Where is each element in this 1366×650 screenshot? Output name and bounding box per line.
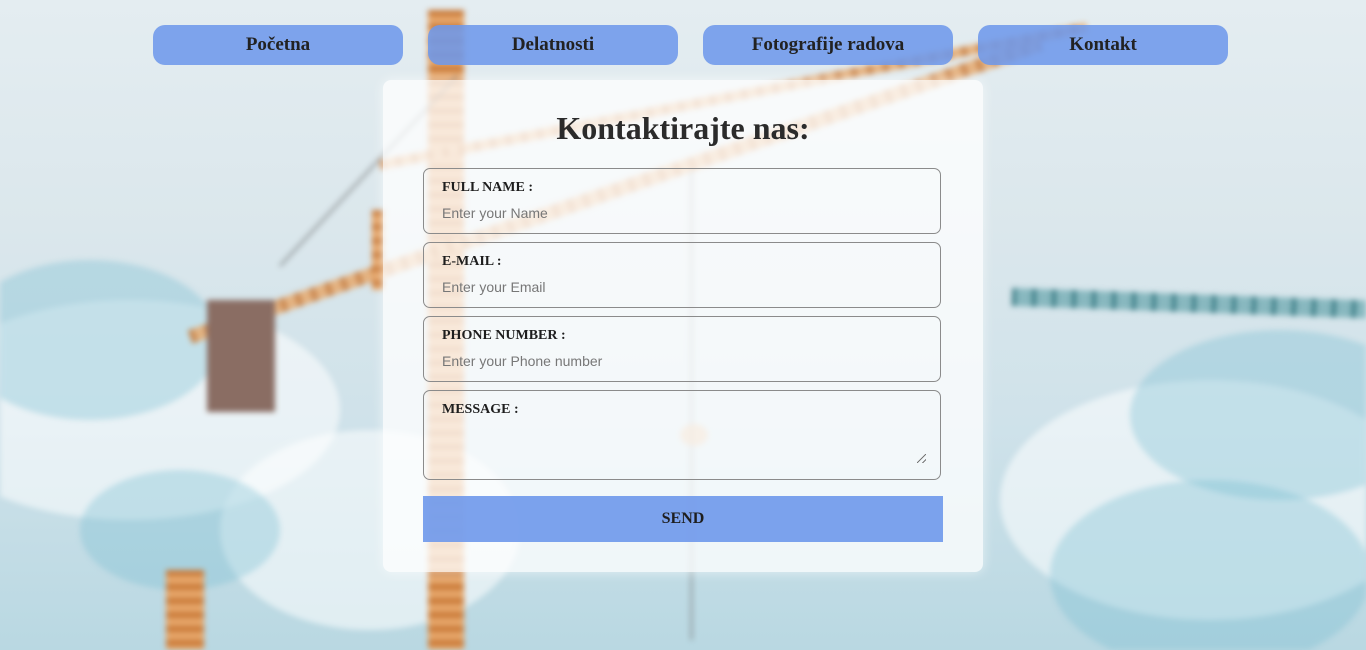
send-button[interactable]: SEND	[423, 496, 943, 542]
email-field: E-MAIL :	[423, 242, 941, 308]
nav-pocetna-button[interactable]: Početna	[153, 25, 403, 65]
phone-number-label: PHONE NUMBER :	[442, 328, 566, 343]
resize-grip-icon[interactable]	[917, 454, 926, 463]
nav-fotografije-button[interactable]: Fotografije radova	[703, 25, 953, 65]
phone-number-input[interactable]	[442, 351, 912, 371]
full-name-label: FULL NAME :	[442, 180, 533, 195]
main-navigation: Početna Delatnosti Fotografije radova Ko…	[153, 25, 1228, 65]
email-label: E-MAIL :	[442, 254, 502, 269]
email-input[interactable]	[442, 277, 912, 297]
message-label: MESSAGE :	[442, 402, 519, 417]
contact-form-card: Kontaktirajte nas: FULL NAME : E-MAIL : …	[383, 80, 983, 572]
nav-kontakt-button[interactable]: Kontakt	[978, 25, 1228, 65]
phone-number-field: PHONE NUMBER :	[423, 316, 941, 382]
message-textarea[interactable]	[442, 425, 928, 463]
full-name-field: FULL NAME :	[423, 168, 941, 234]
full-name-input[interactable]	[442, 203, 912, 223]
contact-form-title: Kontaktirajte nas:	[556, 110, 810, 146]
nav-delatnosti-button[interactable]: Delatnosti	[428, 25, 678, 65]
message-field: MESSAGE :	[423, 390, 941, 480]
